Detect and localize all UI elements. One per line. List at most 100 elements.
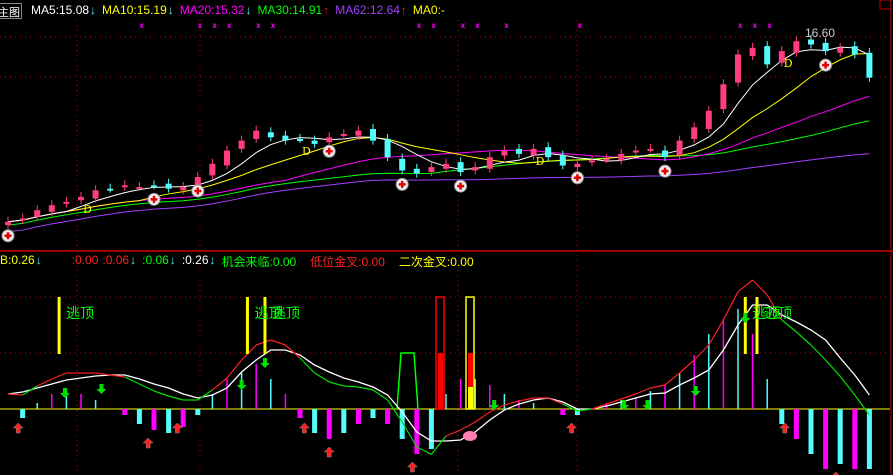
histogram-bar xyxy=(808,409,814,454)
histogram-bar xyxy=(297,409,303,418)
ma62-line xyxy=(7,153,870,233)
histogram-bar xyxy=(270,379,272,409)
candle-body xyxy=(224,150,230,166)
fast-line-segment xyxy=(722,291,739,321)
fast-line-segment xyxy=(664,372,680,386)
histogram-bar xyxy=(560,409,566,415)
x-marker: x xyxy=(738,21,743,30)
buy-signal-icon xyxy=(658,164,672,178)
candle-body xyxy=(589,160,595,163)
indicator-v1-value: :0.00 xyxy=(71,253,99,267)
x-marker: x xyxy=(139,21,144,30)
histogram-bar xyxy=(36,403,38,409)
d-label: D xyxy=(302,145,311,158)
candle-body xyxy=(822,42,829,52)
candle xyxy=(837,42,844,57)
second-cross-value: 二次金叉:0.00 xyxy=(398,255,474,269)
candle-body xyxy=(267,132,274,138)
candle-body xyxy=(545,147,552,158)
histogram-bar xyxy=(532,403,535,409)
histogram-bar xyxy=(166,409,172,433)
candle-body xyxy=(735,54,741,83)
candle xyxy=(589,155,595,167)
fast-line-segment xyxy=(51,372,67,380)
x-marker: x xyxy=(256,21,261,30)
candle-body xyxy=(340,133,347,136)
histogram-bar xyxy=(226,379,228,409)
ma10-value: MA10:15.19 xyxy=(102,3,167,17)
fast-line-segment xyxy=(153,390,169,397)
candle-body xyxy=(457,162,464,173)
histogram-bar xyxy=(693,355,695,409)
down-arrow-icon: ↓ xyxy=(245,3,252,17)
histogram-bar xyxy=(341,409,347,433)
up-arrow-icon: ↑ xyxy=(400,3,407,17)
candle xyxy=(63,196,70,208)
candle-body xyxy=(808,39,814,45)
down-arrow-icon xyxy=(96,384,107,394)
fast-line-segment xyxy=(796,331,812,346)
candle xyxy=(370,124,376,145)
ma30-value: MA30:14.91 xyxy=(257,3,323,17)
ma5-value: MA5:15.08 xyxy=(31,3,90,17)
fast-line-segment xyxy=(343,385,359,388)
escape-top-bar xyxy=(57,297,61,354)
histogram-bar xyxy=(445,394,447,409)
fast-line-segment xyxy=(752,279,768,296)
candle xyxy=(326,132,333,147)
candle-body xyxy=(282,135,289,141)
candle-body xyxy=(194,177,201,186)
chance-value: 机会来临:0.00 xyxy=(221,255,297,269)
candle-body xyxy=(691,127,698,139)
escape-top-bar xyxy=(245,297,249,354)
x-marker: x xyxy=(212,21,217,30)
candle-body xyxy=(399,158,406,171)
ma20-line xyxy=(7,95,870,223)
stock-chart: DDDDx x x x x x x x x x x x x x x16.60逃顶 逃顶逃顶 逃顶逃顶 xyxy=(0,0,893,475)
x-marker: x xyxy=(767,21,772,30)
candle-body xyxy=(501,150,508,156)
candle xyxy=(457,157,464,177)
x-marker: x xyxy=(431,21,436,30)
candle xyxy=(5,216,11,230)
escape-top-label: 逃顶 xyxy=(66,306,94,322)
candle xyxy=(822,37,829,56)
up-arrow-icon xyxy=(779,422,791,434)
buy-signal-icon xyxy=(191,184,205,198)
histogram-bar xyxy=(240,373,243,409)
histogram-bar xyxy=(664,385,666,409)
candle-body xyxy=(297,138,303,141)
down-arrow-icon xyxy=(740,313,751,323)
chart-title[interactable]: 主图 xyxy=(0,3,22,19)
down-arrow-icon: ↓ xyxy=(35,253,42,267)
histogram-bar xyxy=(326,409,332,439)
d-label: D xyxy=(536,155,545,168)
candle-body xyxy=(107,188,114,191)
candle-body xyxy=(428,167,435,173)
candle xyxy=(764,41,771,69)
histogram-bar xyxy=(722,319,725,409)
candle xyxy=(121,180,128,191)
candle-body xyxy=(370,129,376,141)
histogram-bar xyxy=(122,409,128,415)
candle-body xyxy=(559,155,566,166)
x-marker: x xyxy=(461,21,466,30)
candle xyxy=(34,205,41,221)
x-marker: x xyxy=(198,21,203,30)
candle xyxy=(720,79,727,114)
fast-line-segment xyxy=(693,344,710,361)
candle xyxy=(107,183,114,193)
up-arrow-icon xyxy=(12,422,24,434)
candle xyxy=(267,127,274,142)
x-marker: x xyxy=(753,21,758,30)
buy-signal-icon xyxy=(395,177,409,191)
down-arrow-icon xyxy=(59,388,70,398)
candle-body xyxy=(749,47,756,57)
candle xyxy=(866,47,873,82)
candle xyxy=(662,145,668,162)
candle-body xyxy=(705,110,712,129)
candle-body xyxy=(472,167,479,171)
fast-line-segment xyxy=(212,377,228,391)
candle-body xyxy=(632,150,639,153)
down-arrow-icon: ↓ xyxy=(130,253,137,267)
